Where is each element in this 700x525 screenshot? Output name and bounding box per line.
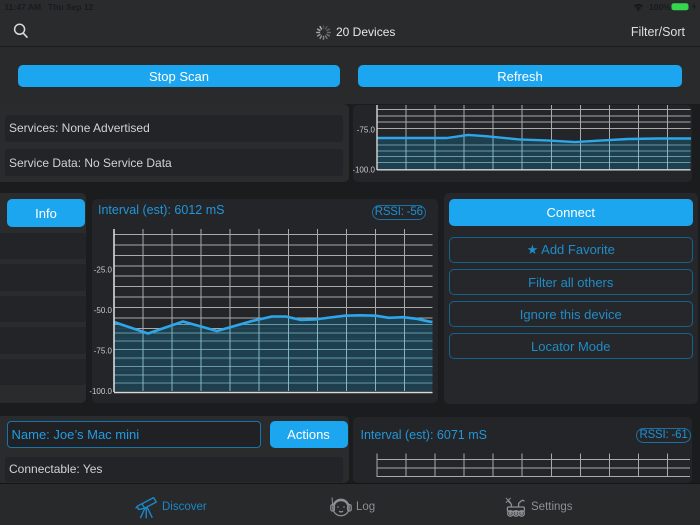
svg-text:-75.0: -75.0 — [357, 125, 376, 134]
svg-text:-50.0: -50.0 — [94, 306, 113, 315]
svg-text:-25.0: -25.0 — [94, 265, 113, 274]
svg-text:-100.0: -100.0 — [89, 387, 112, 396]
svg-text:-75.0: -75.0 — [94, 346, 113, 355]
svg-text:-100.0: -100.0 — [353, 165, 376, 174]
